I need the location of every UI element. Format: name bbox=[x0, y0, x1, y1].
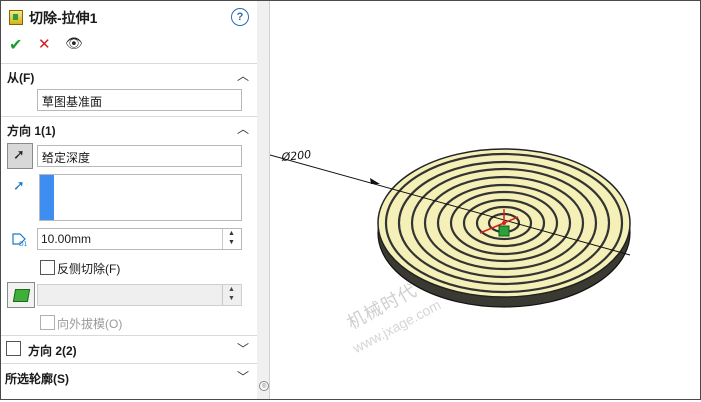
direction2-checkbox[interactable] bbox=[6, 341, 21, 356]
preview-eye-icon[interactable]: 👁 bbox=[65, 35, 83, 52]
spin-up-icon[interactable]: ▲ bbox=[228, 230, 235, 237]
svg-text:D1: D1 bbox=[19, 241, 28, 247]
from-select[interactable]: 草图基准面 ﹀ bbox=[37, 89, 242, 111]
depth-value: 10.00mm bbox=[41, 232, 92, 246]
chevron-down-icon: ﹀ bbox=[42, 96, 53, 108]
model-view[interactable]: Ø200 bbox=[269, 1, 700, 399]
selected-contours-section-header[interactable]: 所选轮廓(S) ﹀ bbox=[1, 366, 257, 388]
draft-outward-label: 向外拔模(O) bbox=[57, 317, 123, 331]
graphics-viewport[interactable]: Ø200 bbox=[269, 1, 700, 399]
chevron-down-icon: ﹀ bbox=[42, 152, 53, 164]
action-bar: ✔ ✕ 👁 bbox=[1, 35, 257, 57]
dimension-arrowhead bbox=[370, 178, 380, 184]
chevron-up-icon[interactable]: ︿ bbox=[237, 120, 249, 137]
direction-arrow-icon: ➚ bbox=[13, 177, 25, 193]
extrude-cut-icon bbox=[9, 10, 23, 25]
from-section-label: 从(F) bbox=[7, 71, 35, 85]
panel-resize-bar[interactable] bbox=[257, 1, 270, 399]
feature-header: 切除-拉伸1 ? bbox=[1, 5, 257, 29]
flip-side-checkbox[interactable] bbox=[40, 260, 55, 275]
origin-marker[interactable] bbox=[498, 225, 510, 237]
property-manager-panel: 切除-拉伸1 ? ✔ ✕ 👁 从(F) ︿ 草图基准面 ﹀ 方向 1(1) ︿ … bbox=[1, 1, 258, 399]
divider bbox=[1, 363, 257, 364]
divider bbox=[1, 116, 257, 117]
direction1-section-header[interactable]: 方向 1(1) ︿ bbox=[1, 118, 257, 140]
dimension-icon: D1 bbox=[12, 233, 28, 247]
resize-grip-icon[interactable]: ◎ bbox=[259, 381, 269, 391]
chevron-down-icon[interactable]: ﹀ bbox=[237, 368, 249, 385]
selection-highlight bbox=[40, 175, 54, 220]
from-section-header[interactable]: 从(F) ︿ bbox=[1, 65, 257, 87]
direction2-label: 方向 2(2) bbox=[28, 344, 77, 358]
feature-title: 切除-拉伸1 bbox=[29, 10, 98, 26]
depth-spinner[interactable]: ▲ ▼ bbox=[222, 229, 241, 249]
chevron-up-icon[interactable]: ︿ bbox=[237, 67, 249, 84]
direction1-section-label: 方向 1(1) bbox=[7, 124, 56, 138]
draft-spinner[interactable]: ▲ ▼ bbox=[222, 285, 241, 305]
draft-outward-checkbox[interactable] bbox=[40, 315, 55, 330]
end-condition-select[interactable]: 给定深度 ﹀ bbox=[37, 145, 242, 167]
ok-button[interactable]: ✔ bbox=[9, 35, 22, 55]
draft-angle-input[interactable]: ▲ ▼ bbox=[37, 284, 242, 306]
flip-side-label: 反侧切除(F) bbox=[57, 262, 121, 276]
direction-vector-selection-box[interactable] bbox=[39, 174, 242, 221]
draft-face-icon[interactable] bbox=[7, 282, 35, 308]
selected-contours-label: 所选轮廓(S) bbox=[5, 372, 69, 386]
divider bbox=[1, 63, 257, 64]
diameter-label[interactable]: Ø200 bbox=[280, 148, 312, 164]
cancel-button[interactable]: ✕ bbox=[38, 35, 51, 53]
chevron-down-icon[interactable]: ﹀ bbox=[237, 340, 249, 357]
spin-down-icon[interactable]: ▼ bbox=[228, 295, 235, 302]
divider bbox=[1, 335, 257, 336]
help-icon[interactable]: ? bbox=[231, 8, 249, 26]
origin-point bbox=[502, 221, 506, 225]
spin-down-icon[interactable]: ▼ bbox=[228, 239, 235, 246]
direction2-section-header[interactable]: 方向 2(2) ﹀ bbox=[1, 338, 257, 360]
depth-input[interactable]: 10.00mm ▲ ▼ bbox=[37, 228, 242, 250]
spin-up-icon[interactable]: ▲ bbox=[228, 286, 235, 293]
reverse-direction-button[interactable] bbox=[7, 143, 33, 169]
